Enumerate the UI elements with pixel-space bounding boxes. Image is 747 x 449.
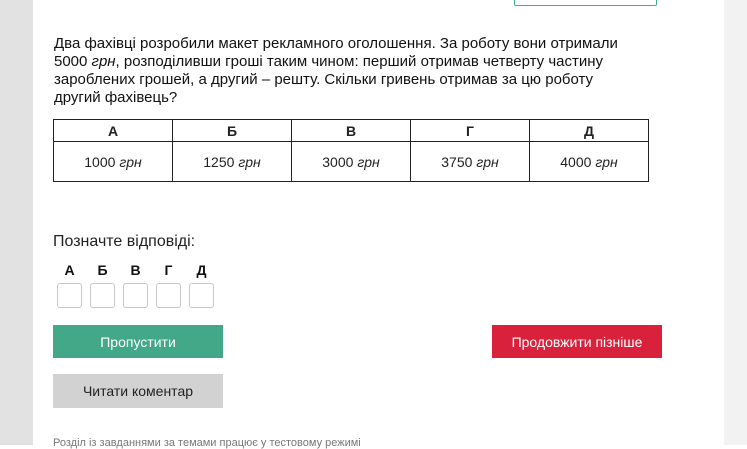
- answer-checkbox-d[interactable]: [189, 283, 214, 308]
- table-values-row: 1000 грн 1250 грн 3000 грн 3750 грн 4000…: [53, 141, 649, 182]
- option-value-v: 3000 грн: [291, 141, 411, 182]
- answer-letter-v: В: [130, 262, 141, 278]
- answer-letter-a: А: [64, 262, 75, 278]
- answer-checkbox-v[interactable]: [123, 283, 148, 308]
- footer-note: Розділ із завданнями за темами працює у …: [53, 437, 361, 449]
- question-text: Два фахівці розробили макет рекламного о…: [54, 35, 618, 106]
- answer-checkbox-b[interactable]: [90, 283, 115, 308]
- answer-letter-b: Б: [97, 262, 108, 278]
- read-comment-button[interactable]: Читати коментар: [53, 374, 223, 408]
- answer-letter-d: Д: [196, 262, 207, 278]
- answer-letter-g: Г: [164, 262, 173, 278]
- option-value-d: 4000 грн: [529, 141, 649, 182]
- left-sidebar-strip: [0, 0, 33, 445]
- option-value-g: 3750 грн: [410, 141, 530, 182]
- top-partial-box: [514, 0, 657, 6]
- continue-later-button[interactable]: Продовжити пізніше: [492, 325, 662, 358]
- table-header-row: А Б В Г Д: [53, 119, 649, 142]
- currency-unit: грн: [91, 53, 116, 70]
- option-value-a: 1000 грн: [53, 141, 173, 182]
- right-scroll-strip: [724, 0, 747, 445]
- answer-options-table: А Б В Г Д 1000 грн 1250 грн 3000 грн 375…: [53, 119, 649, 182]
- option-letter-b: Б: [172, 119, 292, 142]
- answer-checkbox-a[interactable]: [57, 283, 82, 308]
- answer-prompt: Позначте відповіді:: [53, 233, 196, 250]
- option-letter-d: Д: [529, 119, 649, 142]
- skip-button[interactable]: Пропустити: [53, 325, 223, 358]
- answer-checkbox-g[interactable]: [156, 283, 181, 308]
- option-letter-g: Г: [410, 119, 530, 142]
- option-letter-a: А: [53, 119, 173, 142]
- option-value-b: 1250 грн: [172, 141, 292, 182]
- option-letter-v: В: [291, 119, 411, 142]
